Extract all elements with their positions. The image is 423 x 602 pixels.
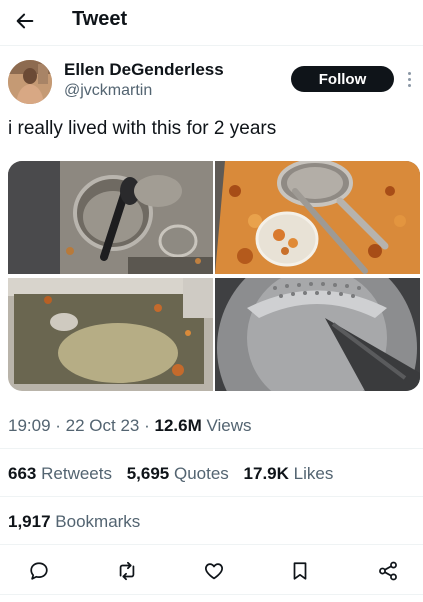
tweet-meta: 19:09 · 22 Oct 23 · 12.6M Views xyxy=(8,416,252,435)
share-icon xyxy=(379,561,397,581)
bookmarks-stat[interactable]: 1,917 Bookmarks xyxy=(8,512,140,532)
likes-count: 17.9K xyxy=(243,464,289,483)
avatar[interactable] xyxy=(8,60,52,104)
retweets-count: 663 xyxy=(8,464,37,483)
bookmark-icon xyxy=(293,562,307,580)
meta-divider xyxy=(0,448,423,449)
stats-divider xyxy=(0,496,423,497)
views-label: Views xyxy=(206,416,252,435)
author-display-name[interactable]: Ellen DeGenderless xyxy=(64,60,224,80)
engagement-stats: 663 Retweets 5,695 Quotes 17.9K Likes xyxy=(8,464,343,484)
media-image-1[interactable] xyxy=(8,161,213,274)
like-icon xyxy=(205,563,223,580)
retweets-stat[interactable]: 663 Retweets xyxy=(8,464,112,484)
page-title: Tweet xyxy=(72,8,128,30)
bookmarks-count: 1,917 xyxy=(8,512,51,531)
follow-button[interactable]: Follow xyxy=(291,66,394,92)
likes-stat[interactable]: 17.9K Likes xyxy=(244,464,334,484)
arrow-left-icon xyxy=(16,13,34,29)
reply-icon xyxy=(30,562,48,580)
top-bar: Tweet xyxy=(0,0,423,42)
quotes-count: 5,695 xyxy=(126,464,170,483)
retweet-icon xyxy=(119,561,135,581)
more-vertical-icon[interactable] xyxy=(400,64,418,94)
share-button[interactable] xyxy=(375,558,401,584)
like-button[interactable] xyxy=(201,558,227,584)
views-count: 12.6M xyxy=(154,416,202,435)
header-divider xyxy=(0,45,423,46)
quotes-stat[interactable]: 5,695 Quotes xyxy=(127,464,229,484)
reply-button[interactable] xyxy=(26,558,52,584)
media-image-2[interactable] xyxy=(215,161,420,274)
tweet-time: 19:09 xyxy=(8,416,51,435)
bookmark-button[interactable] xyxy=(287,558,313,584)
bookmarks-label: Bookmarks xyxy=(55,512,141,531)
quotes-label: Quotes xyxy=(174,464,229,483)
retweets-label: Retweets xyxy=(41,464,112,483)
tweet-text: i really lived with this for 2 years xyxy=(8,118,277,139)
actions-divider xyxy=(0,594,423,595)
media-image-3[interactable] xyxy=(8,278,213,391)
tweet-date: 22 Oct 23 xyxy=(65,416,140,435)
bookmarks-divider xyxy=(0,544,423,545)
action-bar xyxy=(0,558,423,584)
author-handle[interactable]: @jvckmartin xyxy=(64,82,152,100)
back-button[interactable] xyxy=(10,6,40,36)
retweet-button[interactable] xyxy=(114,558,140,584)
media-image-4[interactable] xyxy=(215,278,420,391)
avatar-image xyxy=(8,60,52,104)
likes-label: Likes xyxy=(293,464,334,483)
media-grid xyxy=(8,161,420,391)
